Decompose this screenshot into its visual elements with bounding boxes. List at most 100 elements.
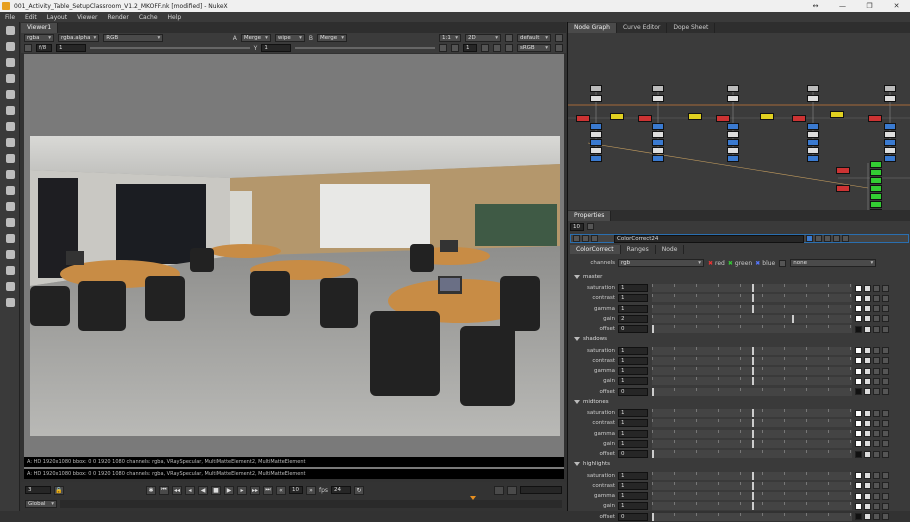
color-swatch-icon[interactable]: [855, 357, 862, 365]
animation-icon[interactable]: [882, 513, 889, 521]
first-frame-icon[interactable]: ⏮: [159, 485, 169, 495]
red-check-icon[interactable]: ✖: [708, 260, 713, 267]
menu-file[interactable]: File: [0, 14, 20, 21]
graph-node[interactable]: [807, 155, 819, 162]
animation-icon[interactable]: [882, 294, 889, 302]
timeline-scrubber[interactable]: [60, 496, 562, 508]
float-icon[interactable]: [582, 235, 589, 242]
section-shadows[interactable]: shadows: [574, 335, 607, 344]
graph-node[interactable]: [836, 167, 850, 174]
exposure-slider[interactable]: [89, 47, 250, 49]
color-swatch-icon[interactable]: [855, 325, 862, 333]
graph-node[interactable]: [870, 201, 882, 208]
color-picker-icon[interactable]: [864, 305, 871, 313]
color-picker-icon[interactable]: [864, 347, 871, 354]
slider-knob[interactable]: [752, 409, 754, 417]
channel-split-icon[interactable]: [873, 367, 880, 375]
param-slider[interactable]: [652, 450, 852, 459]
mask-channel-dropdown[interactable]: none ▾: [790, 259, 877, 267]
slider-knob[interactable]: [652, 325, 654, 334]
param-slider[interactable]: [652, 481, 852, 490]
playhead-marker[interactable]: [470, 496, 476, 500]
graph-node[interactable]: [652, 95, 664, 102]
range-dropdown[interactable]: Global ▾: [25, 500, 57, 508]
metadata-icon[interactable]: [0, 230, 20, 246]
a-merge-dropdown[interactable]: Merge ▾: [240, 34, 271, 42]
color-picker-icon[interactable]: [864, 388, 871, 396]
last-frame-icon[interactable]: ⏭: [263, 485, 273, 495]
range-end-field[interactable]: [520, 486, 562, 494]
graph-node[interactable]: [652, 139, 664, 146]
color-swatch-icon[interactable]: [855, 492, 862, 500]
slider-knob[interactable]: [752, 346, 754, 355]
loop-icon[interactable]: ↻: [354, 485, 365, 495]
param-slider[interactable]: [652, 367, 852, 376]
other-icon[interactable]: [0, 262, 20, 278]
graph-node[interactable]: [610, 113, 624, 120]
param-slider[interactable]: [652, 387, 852, 396]
clip-warning-icon[interactable]: [481, 44, 489, 52]
graph-node[interactable]: [870, 161, 882, 168]
color-picker-icon[interactable]: [864, 325, 871, 333]
graph-node[interactable]: [870, 185, 882, 192]
merge-icon[interactable]: [0, 134, 20, 150]
color-swatch-icon[interactable]: [855, 315, 862, 323]
toolsets-icon[interactable]: [0, 246, 20, 262]
channel-split-icon[interactable]: [873, 388, 880, 396]
param-slider[interactable]: [652, 471, 852, 480]
slider-knob[interactable]: [752, 356, 754, 365]
graph-node[interactable]: [807, 131, 819, 138]
graph-node[interactable]: [727, 155, 739, 162]
next-keyframe-icon[interactable]: ▸▸: [250, 485, 260, 495]
animation-icon[interactable]: [882, 325, 889, 333]
time-icon[interactable]: [0, 54, 20, 70]
param-value-field[interactable]: 0: [618, 450, 648, 459]
channel-split-icon[interactable]: [873, 430, 880, 438]
channel-split-icon[interactable]: [873, 492, 880, 500]
section-highlights[interactable]: highlights: [574, 460, 610, 469]
next-frame-icon[interactable]: ▸: [237, 485, 247, 495]
slider-knob[interactable]: [752, 492, 754, 501]
channel-split-icon[interactable]: [873, 502, 880, 510]
blue-check-icon[interactable]: ✖: [755, 260, 760, 267]
skip-forward-icon[interactable]: »: [306, 485, 316, 495]
channel-split-icon[interactable]: [873, 482, 880, 490]
graph-node[interactable]: [836, 185, 850, 192]
expand-icon[interactable]: [574, 274, 580, 279]
graph-node[interactable]: [590, 147, 602, 154]
color-swatch-icon[interactable]: [855, 482, 862, 490]
param-slider[interactable]: [652, 284, 852, 292]
color-picker-icon[interactable]: [864, 294, 871, 302]
graph-node[interactable]: [807, 139, 819, 146]
animation-icon[interactable]: [882, 482, 889, 490]
fps-field[interactable]: 24: [331, 486, 352, 494]
param-value-field[interactable]: 1: [618, 304, 648, 313]
slider-knob[interactable]: [752, 429, 754, 438]
expand-icon[interactable]: [574, 399, 580, 404]
channel-split-icon[interactable]: [873, 305, 880, 313]
zoom-dropdown[interactable]: 1:1 ▾: [439, 34, 461, 42]
color-swatch-icon[interactable]: [855, 367, 862, 375]
views-icon[interactable]: [0, 214, 20, 230]
color-picker-icon[interactable]: [864, 409, 871, 417]
fstop-field[interactable]: f/8: [35, 44, 52, 52]
graph-node[interactable]: [727, 123, 739, 130]
color-picker-icon[interactable]: [864, 315, 871, 323]
graph-node[interactable]: [652, 131, 664, 138]
animation-icon[interactable]: [882, 502, 889, 510]
channel-icon[interactable]: [0, 70, 20, 86]
param-value-field[interactable]: 1: [618, 492, 648, 501]
graph-node[interactable]: [727, 131, 739, 138]
param-value-field[interactable]: 2: [618, 314, 648, 323]
pause-icon[interactable]: [504, 44, 513, 52]
channel-split-icon[interactable]: [873, 472, 880, 479]
graph-node[interactable]: [652, 147, 664, 154]
graph-node[interactable]: [590, 95, 602, 102]
proxy-icon[interactable]: [451, 44, 460, 52]
filter-icon[interactable]: [0, 102, 20, 118]
menu-help[interactable]: Help: [163, 14, 187, 21]
graph-node[interactable]: [716, 115, 730, 122]
color-picker-icon[interactable]: [864, 357, 871, 365]
channel-split-icon[interactable]: [873, 325, 880, 333]
slider-knob[interactable]: [752, 294, 754, 303]
